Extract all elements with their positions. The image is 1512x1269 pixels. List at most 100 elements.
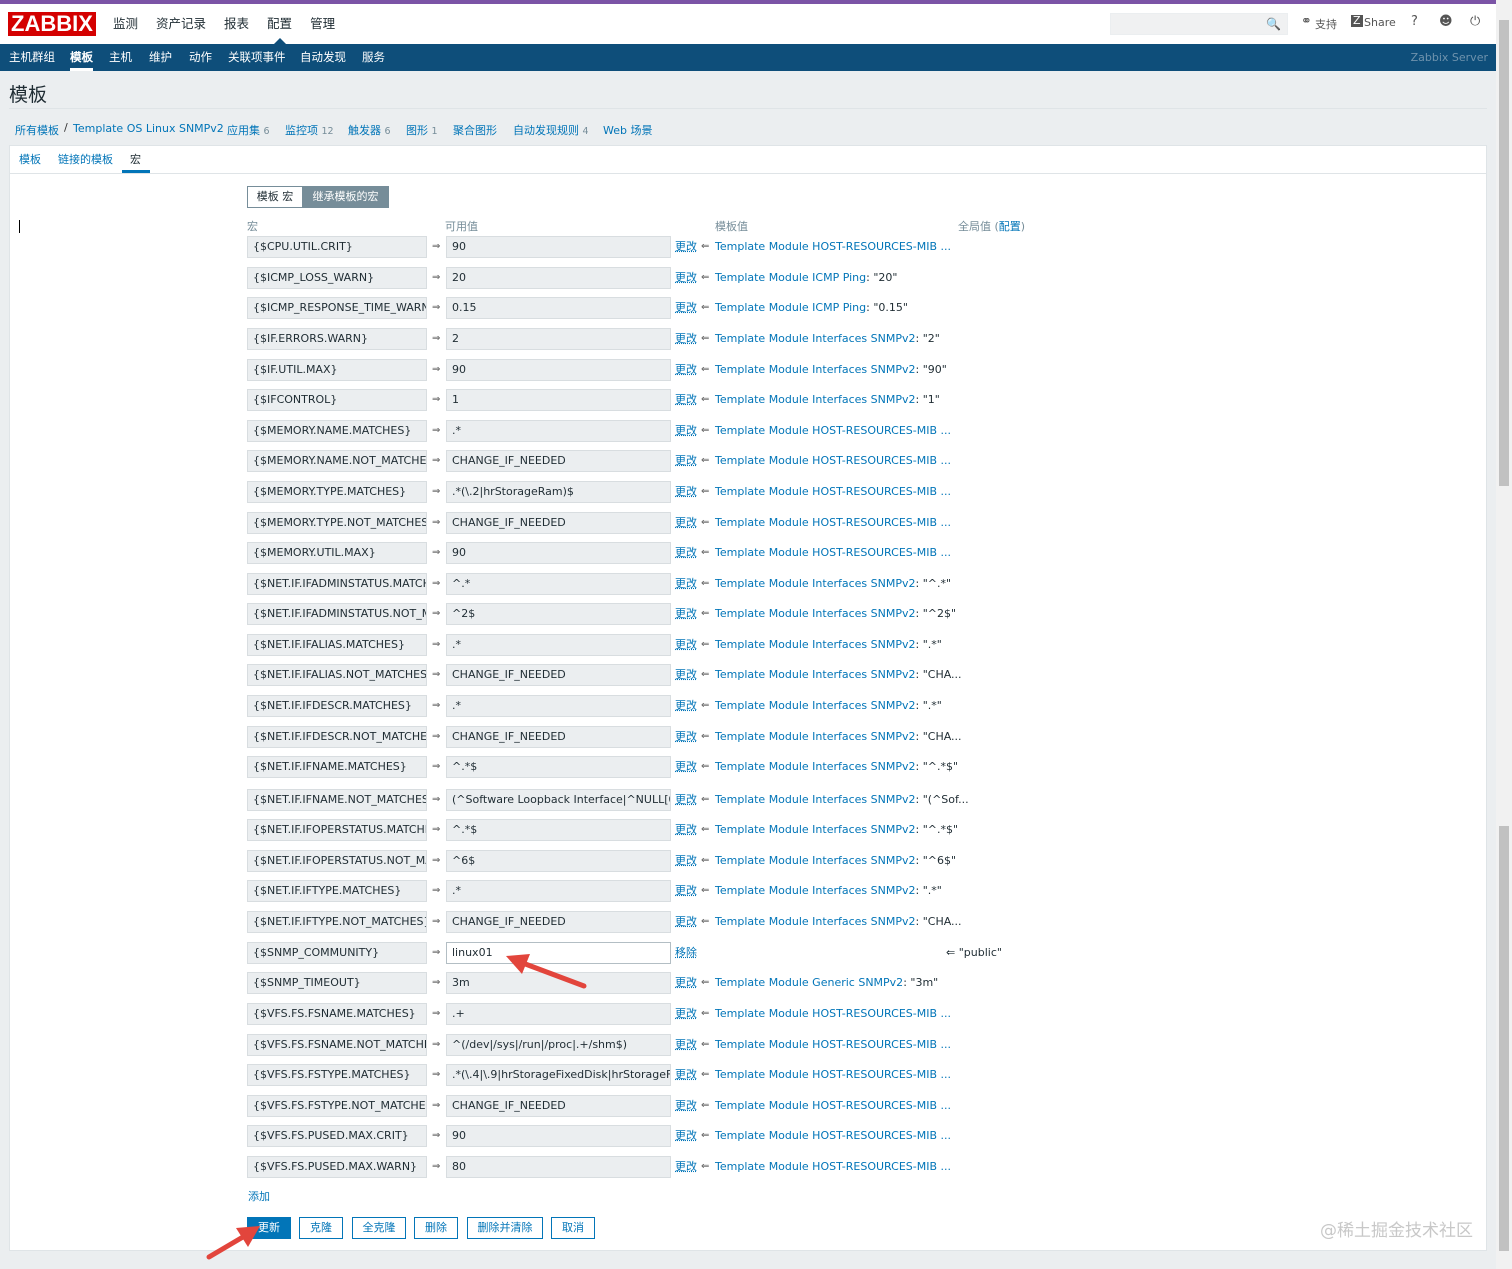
template-link[interactable]: Template Module Interfaces SNMPv2 bbox=[715, 823, 916, 836]
add-macro-link[interactable]: 添加 bbox=[248, 1188, 270, 1204]
change-link[interactable]: 更改 bbox=[675, 819, 697, 841]
template-link[interactable]: Template Module Interfaces SNMPv2 bbox=[715, 638, 916, 651]
change-link[interactable]: 更改 bbox=[675, 911, 697, 933]
change-link[interactable]: 更改 bbox=[675, 1125, 697, 1147]
template-link[interactable]: Template Module HOST-RESOURCES-MIB ... bbox=[715, 1129, 951, 1142]
macro-name-field[interactable]: {$MEMORY.NAME.NOT_MATCHES} bbox=[247, 450, 427, 472]
tab-macros[interactable]: 宏 bbox=[130, 151, 141, 167]
global-config-link[interactable]: 配置 bbox=[999, 220, 1021, 233]
breadcrumb-web-scenarios[interactable]: Web 场景 bbox=[603, 122, 652, 138]
macro-value-field[interactable]: .* bbox=[446, 420, 671, 442]
headset-icon[interactable]: ⚭ bbox=[1301, 14, 1312, 29]
macro-value-field[interactable]: 90 bbox=[446, 236, 671, 258]
macro-name-field[interactable]: {$MEMORY.NAME.MATCHES} bbox=[247, 420, 427, 442]
macro-name-field[interactable]: {$MEMORY.TYPE.NOT_MATCHES} bbox=[247, 512, 427, 534]
macro-value-field[interactable]: ^.* bbox=[446, 573, 671, 595]
breadcrumb-all-templates[interactable]: 所有模板 bbox=[15, 122, 59, 138]
breadcrumb-graphs[interactable]: 图形 1 bbox=[406, 122, 438, 138]
template-link[interactable]: Template Module HOST-RESOURCES-MIB ... bbox=[715, 516, 951, 529]
macro-value-field[interactable]: 80 bbox=[446, 1156, 671, 1178]
support-link[interactable]: 支持 bbox=[1315, 16, 1337, 32]
template-link[interactable]: Template Module ICMP Ping bbox=[715, 271, 866, 284]
macro-name-field[interactable]: {$CPU.UTIL.CRIT} bbox=[247, 236, 427, 258]
macro-name-field[interactable]: {$NET.IF.IFOPERSTATUS.NOT_MATCHES} bbox=[247, 850, 427, 872]
change-link[interactable]: 更改 bbox=[675, 450, 697, 472]
template-link[interactable]: Template Module HOST-RESOURCES-MIB ... bbox=[715, 485, 951, 498]
macro-value-field[interactable]: ^.*$ bbox=[446, 756, 671, 778]
macro-value-field[interactable]: CHANGE_IF_NEEDED bbox=[446, 664, 671, 686]
change-link[interactable]: 更改 bbox=[675, 1064, 697, 1086]
breadcrumb-triggers[interactable]: 触发器 6 bbox=[348, 122, 391, 138]
subnav-host-groups[interactable]: 主机群组 bbox=[9, 44, 55, 71]
macro-name-field[interactable]: {$IF.ERRORS.WARN} bbox=[247, 328, 427, 350]
menu-configuration[interactable]: 配置 bbox=[258, 4, 301, 44]
subnav-event-correlation[interactable]: 关联项事件 bbox=[228, 44, 286, 71]
breadcrumb-screens[interactable]: 聚合图形 bbox=[453, 122, 497, 138]
macro-name-field[interactable]: {$NET.IF.IFNAME.NOT_MATCHES} bbox=[247, 789, 427, 811]
scrollbar-thumb[interactable] bbox=[1499, 20, 1509, 486]
template-link[interactable]: Template Module Interfaces SNMPv2 bbox=[715, 793, 916, 806]
template-link[interactable]: Template Module Interfaces SNMPv2 bbox=[715, 577, 916, 590]
macro-value-field[interactable]: .* bbox=[446, 695, 671, 717]
change-link[interactable]: 更改 bbox=[675, 972, 697, 994]
macro-name-field[interactable]: {$NET.IF.IFTYPE.NOT_MATCHES} bbox=[247, 911, 427, 933]
macro-value-field[interactable]: ^6$ bbox=[446, 850, 671, 872]
subnav-actions[interactable]: 动作 bbox=[189, 44, 212, 71]
macro-value-field[interactable]: 0.15 bbox=[446, 297, 671, 319]
template-link[interactable]: Template Module HOST-RESOURCES-MIB ... bbox=[715, 1099, 951, 1112]
macro-name-field[interactable]: {$NET.IF.IFOPERSTATUS.MATCHES} bbox=[247, 819, 427, 841]
macro-value-field[interactable]: 1 bbox=[446, 389, 671, 411]
subnav-hosts[interactable]: 主机 bbox=[109, 44, 132, 71]
change-link[interactable]: 更改 bbox=[675, 512, 697, 534]
template-link[interactable]: Template Module Interfaces SNMPv2 bbox=[715, 760, 916, 773]
template-link[interactable]: Template Module HOST-RESOURCES-MIB ... bbox=[715, 1038, 951, 1051]
template-link[interactable]: Template Module Interfaces SNMPv2 bbox=[715, 884, 916, 897]
macro-value-field[interactable]: CHANGE_IF_NEEDED bbox=[446, 1095, 671, 1117]
macro-value-field[interactable]: .+ bbox=[446, 1003, 671, 1025]
macro-value-field[interactable]: .*(\.2|hrStorageRam)$ bbox=[446, 481, 671, 503]
macro-name-field[interactable]: {$VFS.FS.FSNAME.MATCHES} bbox=[247, 1003, 427, 1025]
delete-and-clear-button[interactable]: 删除并清除 bbox=[467, 1217, 543, 1239]
macro-value-field[interactable]: ^(/dev|/sys|/run|/proc|.+/shm$) bbox=[446, 1034, 671, 1056]
menu-inventory[interactable]: 资产记录 bbox=[147, 4, 215, 44]
macro-value-field[interactable]: .* bbox=[446, 634, 671, 656]
change-link[interactable]: 更改 bbox=[675, 726, 697, 748]
template-link[interactable]: Template Module Interfaces SNMPv2 bbox=[715, 332, 916, 345]
macro-value-field[interactable]: ^.*$ bbox=[446, 819, 671, 841]
template-link[interactable]: Template Module Interfaces SNMPv2 bbox=[715, 607, 916, 620]
menu-reports[interactable]: 报表 bbox=[215, 4, 258, 44]
change-link[interactable]: 更改 bbox=[675, 236, 697, 258]
macro-name-field[interactable]: {$ICMP_LOSS_WARN} bbox=[247, 267, 427, 289]
change-link[interactable]: 更改 bbox=[675, 603, 697, 625]
macro-name-field[interactable]: {$MEMORY.UTIL.MAX} bbox=[247, 542, 427, 564]
macro-name-field[interactable]: {$SNMP_TIMEOUT} bbox=[247, 972, 427, 994]
change-link[interactable]: 更改 bbox=[675, 1003, 697, 1025]
change-link[interactable]: 更改 bbox=[675, 328, 697, 350]
template-link[interactable]: Template Module Interfaces SNMPv2 bbox=[715, 730, 916, 743]
macro-value-field[interactable]: .* bbox=[446, 880, 671, 902]
subnav-services[interactable]: 服务 bbox=[362, 44, 385, 71]
macro-name-field[interactable]: {$NET.IF.IFNAME.MATCHES} bbox=[247, 756, 427, 778]
macro-value-field[interactable]: .*(\.4|\.9|hrStorageFixedDisk|hrStorageF… bbox=[446, 1064, 671, 1086]
macro-name-field[interactable]: {$VFS.FS.FSTYPE.MATCHES} bbox=[247, 1064, 427, 1086]
macro-value-field[interactable]: CHANGE_IF_NEEDED bbox=[446, 726, 671, 748]
subnav-discovery[interactable]: 自动发现 bbox=[300, 44, 346, 71]
change-link[interactable]: 更改 bbox=[675, 1034, 697, 1056]
macro-name-field[interactable]: {$ICMP_RESPONSE_TIME_WARN} bbox=[247, 297, 427, 319]
template-link[interactable]: Template Module HOST-RESOURCES-MIB ... bbox=[715, 454, 951, 467]
macro-value-field[interactable]: 2 bbox=[446, 328, 671, 350]
search-input[interactable]: 🔍 bbox=[1110, 13, 1288, 35]
change-link[interactable]: 更改 bbox=[675, 267, 697, 289]
change-link[interactable]: 更改 bbox=[675, 389, 697, 411]
change-link[interactable]: 更改 bbox=[675, 573, 697, 595]
macro-name-field[interactable]: {$NET.IF.IFADMINSTATUS.NOT_MATCHES} bbox=[247, 603, 427, 625]
inherited-macros-toggle[interactable]: 继承模板的宏 bbox=[302, 186, 389, 208]
menu-monitoring[interactable]: 监测 bbox=[104, 4, 147, 44]
share-link[interactable]: Share bbox=[1364, 16, 1396, 29]
macro-name-field[interactable]: {$VFS.FS.PUSED.MAX.WARN} bbox=[247, 1156, 427, 1178]
macro-name-field[interactable]: {$VFS.FS.FSTYPE.NOT_MATCHES} bbox=[247, 1095, 427, 1117]
macro-value-field[interactable]: 90 bbox=[446, 542, 671, 564]
zabbix-share-icon[interactable]: Z bbox=[1351, 15, 1363, 27]
template-link[interactable]: Template Module HOST-RESOURCES-MIB ... bbox=[715, 240, 951, 253]
change-link[interactable]: 更改 bbox=[675, 1156, 697, 1178]
